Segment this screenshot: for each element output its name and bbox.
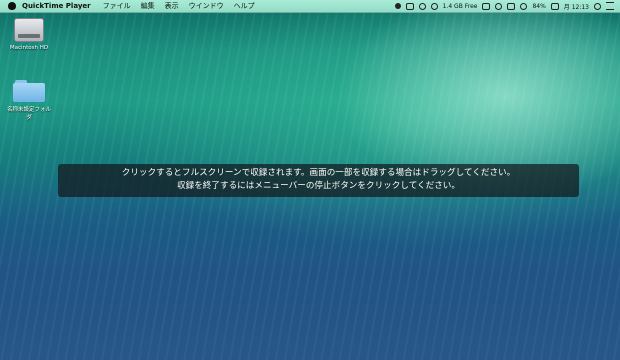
menu-help[interactable]: ヘルプ (234, 1, 255, 11)
menu-window[interactable]: ウインドウ (189, 1, 224, 11)
menu-view[interactable]: 表示 (165, 1, 179, 11)
status-area: 1.4 GB Free 84% 月 12:13 (394, 2, 620, 11)
menu-app-name[interactable]: QuickTime Player (22, 2, 91, 10)
wifi-icon[interactable] (520, 2, 528, 10)
notification-list-icon[interactable] (606, 2, 614, 10)
folder-icon (13, 80, 45, 102)
menu-file[interactable]: ファイル (103, 1, 131, 11)
apple-menu-icon[interactable] (8, 2, 16, 10)
battery-percent[interactable]: 84% (532, 3, 545, 10)
sync-icon[interactable] (430, 2, 438, 10)
battery-icon[interactable] (550, 2, 559, 10)
dropbox-icon[interactable] (418, 2, 426, 10)
record-icon[interactable] (394, 3, 401, 9)
hard-drive-icon (14, 18, 44, 42)
display-icon[interactable] (482, 2, 491, 10)
desktop-item-label: 名称未設定フォルダ (6, 107, 51, 121)
desktop-item-untitled-folder[interactable]: 名称未設定フォルダ (6, 80, 52, 121)
camera-icon[interactable] (405, 2, 414, 10)
timemachine-icon[interactable] (495, 2, 503, 10)
menu-edit[interactable]: 編集 (141, 1, 155, 11)
screen-recording-instructions: クリックするとフルスクリーンで収録されます。画面の一部を収録する場合はドラッグし… (58, 164, 579, 197)
bluetooth-icon[interactable] (507, 2, 516, 10)
search-icon[interactable] (594, 2, 601, 10)
instruction-line-1: クリックするとフルスクリーンで収録されます。画面の一部を収録する場合はドラッグし… (121, 168, 516, 178)
desktop-item-label: Macintosh HD (9, 45, 49, 51)
desktop[interactable]: QuickTime Player ファイル 編集 表示 ウインドウ ヘルプ 1.… (0, 0, 620, 360)
menu-bar: QuickTime Player ファイル 編集 表示 ウインドウ ヘルプ 1.… (0, 0, 620, 13)
instruction-line-2: 収録を終了するにはメニューバーの停止ボタンをクリックしてください。 (177, 181, 460, 191)
disk-free-label[interactable]: 1.4 GB Free (443, 3, 478, 10)
clock[interactable]: 月 12:13 (564, 2, 589, 11)
desktop-item-macintosh-hd[interactable]: Macintosh HD (6, 18, 52, 51)
